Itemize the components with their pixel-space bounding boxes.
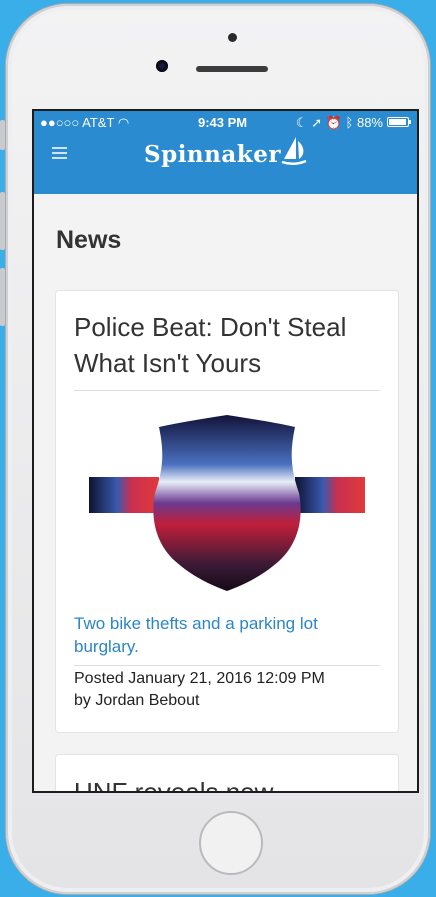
article-summary-link[interactable]: Two bike thefts and a parking lot burgla… xyxy=(74,612,384,658)
mute-switch xyxy=(0,120,5,150)
volume-up-button xyxy=(0,192,5,250)
alarm-icon: ⏰ xyxy=(325,115,342,130)
location-icon: ➚ xyxy=(311,115,323,130)
bluetooth-icon: ᛒ xyxy=(345,115,354,130)
home-button[interactable] xyxy=(199,811,263,875)
wifi-icon: ◠ xyxy=(117,115,130,130)
volume-down-button xyxy=(0,268,5,326)
page-title: News xyxy=(56,226,122,254)
article-card[interactable]: Police Beat: Don't Steal What Isn't Your… xyxy=(55,290,399,733)
title-divider xyxy=(74,390,380,391)
police-badge-image xyxy=(89,415,365,591)
status-time: 9:43 PM xyxy=(198,115,248,130)
status-right: ☾ ➚ ⏰ ᛒ 88% xyxy=(296,115,383,131)
carrier-signal: ●●○○○ AT&T ◠ xyxy=(40,115,129,131)
proximity-sensor xyxy=(228,33,237,42)
app-header: ●●○○○ AT&T ◠ 9:43 PM ☾ ➚ ⏰ ᛒ 88% Spinnak… xyxy=(34,111,417,194)
phone-screen: ●●○○○ AT&T ◠ 9:43 PM ☾ ➚ ⏰ ᛒ 88% Spinnak… xyxy=(32,109,419,793)
front-camera xyxy=(156,60,168,72)
earpiece-speaker xyxy=(196,66,268,72)
hamburger-icon[interactable] xyxy=(52,147,67,159)
author-byline: by Jordan Bebout xyxy=(74,692,200,709)
moon-icon: ☾ xyxy=(295,115,308,130)
posted-date: Posted January 21, 2016 12:09 PM xyxy=(74,670,325,687)
battery-icon xyxy=(387,117,411,127)
article-meta: Posted January 21, 2016 12:09 PM by Jord… xyxy=(74,668,384,712)
sailboat-icon xyxy=(281,137,307,165)
carrier-label: ●●○○○ AT&T xyxy=(40,115,115,130)
article-card[interactable]: UNF reveals new xyxy=(55,754,399,791)
article-title[interactable]: UNF reveals new xyxy=(74,777,273,791)
status-bar: ●●○○○ AT&T ◠ 9:43 PM ☾ ➚ ⏰ ᛒ 88% xyxy=(34,111,417,133)
app-logo[interactable]: Spinnaker xyxy=(144,141,281,168)
battery-percent: 88% xyxy=(356,115,383,130)
article-title[interactable]: Police Beat: Don't Steal What Isn't Your… xyxy=(74,309,384,381)
summary-divider xyxy=(74,665,380,666)
